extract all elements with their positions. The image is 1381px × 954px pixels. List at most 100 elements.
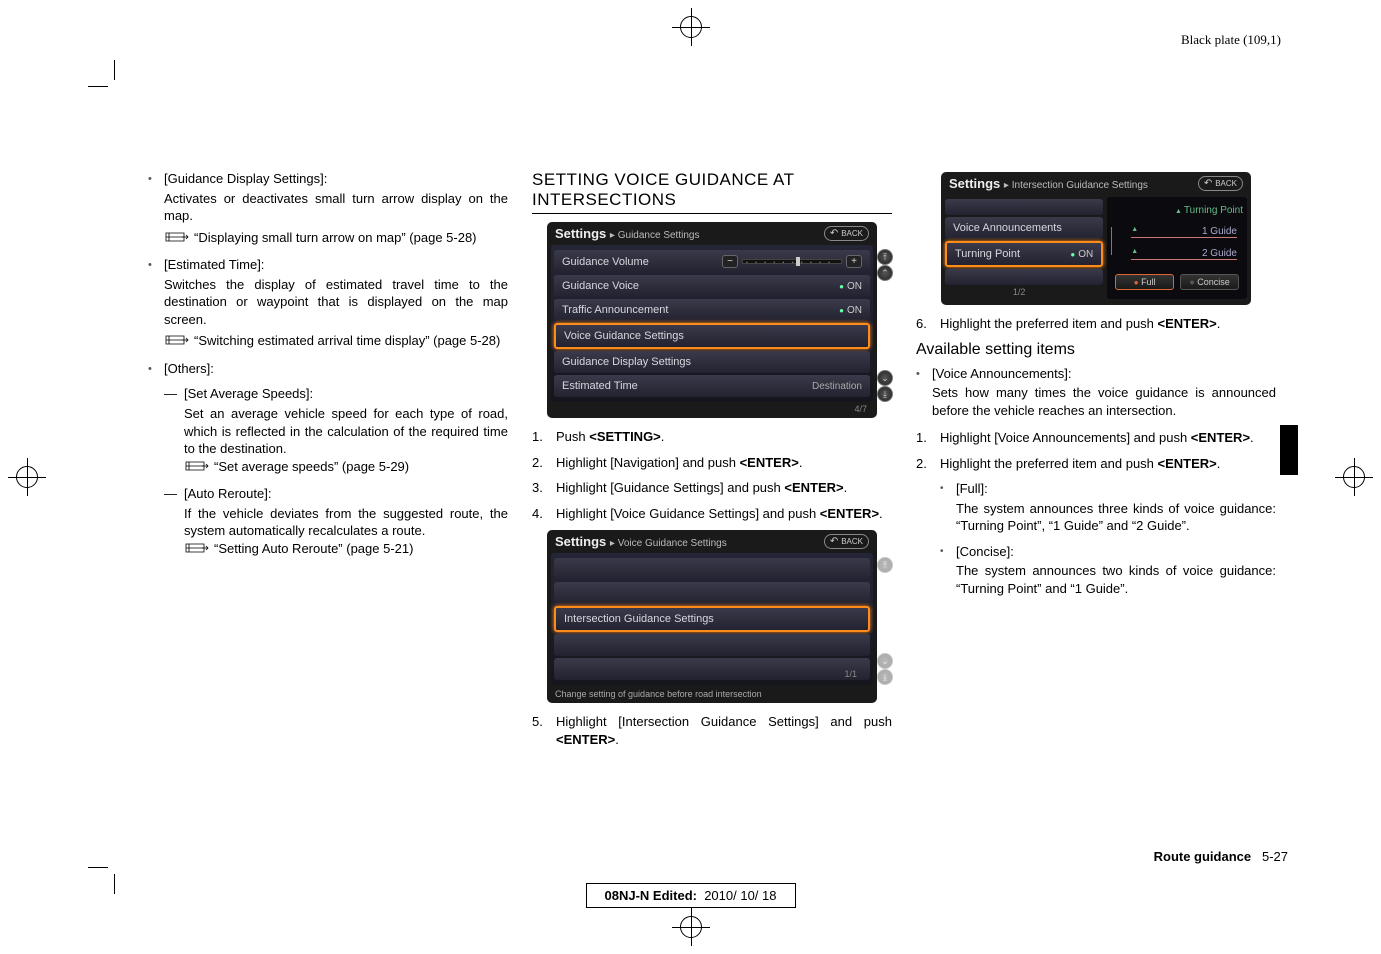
breadcrumb-leaf: Guidance Settings bbox=[618, 230, 700, 241]
nested-item: [Concise]: The system announces two kind… bbox=[940, 543, 1276, 598]
footer-title: Route guidance bbox=[1154, 849, 1252, 864]
preview-guide-2: 2 Guide bbox=[1131, 248, 1237, 260]
row-label: Turning Point bbox=[955, 248, 1020, 260]
page-count: 1/1 bbox=[844, 669, 867, 681]
item-body: Switches the display of estimated travel… bbox=[164, 276, 508, 329]
sublist-item: [Set Average Speeds]: Set an average veh… bbox=[164, 385, 508, 475]
back-button[interactable]: BACK bbox=[1198, 176, 1243, 191]
menu-row-empty bbox=[554, 582, 870, 604]
row-label: Guidance Voice bbox=[562, 280, 639, 292]
list-item: [Others]: [Set Average Speeds]: Set an a… bbox=[148, 360, 508, 557]
state-indicator: ON bbox=[839, 305, 862, 316]
registration-mark-left bbox=[8, 458, 46, 496]
row-label: Voice Guidance Settings bbox=[564, 330, 684, 342]
column-3: Settings ▸ Intersection Guidance Setting… bbox=[916, 170, 1276, 756]
item-title: [Guidance Display Settings]: bbox=[164, 170, 508, 188]
back-button[interactable]: BACK bbox=[824, 534, 869, 549]
step-item: Highlight the preferred item and push <E… bbox=[916, 455, 1276, 598]
item-title: [Others]: bbox=[164, 360, 508, 378]
row-label: Intersection Guidance Settings bbox=[564, 613, 714, 625]
scroll-top-icon[interactable]: ⤒ bbox=[877, 249, 893, 265]
nested-body: The system announces two kinds of voice … bbox=[956, 562, 1276, 597]
sub-heading: Available setting items bbox=[916, 341, 1276, 359]
preview-pane: Turning Point 1 Guide 2 Guide ● Full ● C… bbox=[1107, 197, 1247, 299]
thumb-tab bbox=[1280, 425, 1298, 475]
menu-row-voice-guidance-settings[interactable]: Voice Guidance Settings bbox=[554, 323, 870, 349]
item-title: [Estimated Time]: bbox=[164, 256, 508, 274]
edition-label: 08NJ-N Edited: bbox=[605, 888, 697, 903]
reference-icon bbox=[184, 460, 210, 472]
row-value: Destination bbox=[812, 381, 862, 392]
volume-slider[interactable]: − • • • • • • • • • • + bbox=[722, 255, 862, 268]
row-label: Estimated Time bbox=[562, 380, 638, 392]
sublist-item: [Auto Reroute]: If the vehicle deviates … bbox=[164, 485, 508, 557]
menu-row-guidance-display-settings[interactable]: Guidance Display Settings bbox=[554, 351, 870, 373]
panel-breadcrumb: Settings ▸ Voice Guidance Settings bbox=[555, 534, 727, 549]
subitem-title: [Auto Reroute]: bbox=[184, 486, 271, 501]
row-label: Traffic Announcement bbox=[562, 304, 668, 316]
step-item: Highlight [Voice Guidance Settings] and … bbox=[532, 505, 892, 523]
step-item: Highlight [Navigation] and push <ENTER>. bbox=[532, 454, 892, 472]
item-body: Sets how many times the voice guidance i… bbox=[932, 384, 1276, 419]
menu-row-voice-announcements[interactable]: Voice Announcements bbox=[945, 217, 1103, 239]
registration-mark-right bbox=[1335, 458, 1373, 496]
page-count: 1/2 bbox=[945, 287, 1103, 299]
menu-row-empty bbox=[554, 634, 870, 656]
registration-mark-top bbox=[672, 8, 710, 46]
panel-hint: Change setting of guidance before road i… bbox=[547, 687, 877, 701]
plus-button[interactable]: + bbox=[846, 255, 862, 268]
scroll-down-icon[interactable]: ⌄ bbox=[877, 370, 893, 386]
subitem-body: If the vehicle deviates from the suggest… bbox=[184, 505, 508, 540]
step-item: Push <SETTING>. bbox=[532, 428, 892, 446]
subitem-body: Set an average vehicle speed for each ty… bbox=[184, 405, 508, 458]
column-2: SETTING VOICE GUIDANCE AT INTERSECTIONS … bbox=[532, 170, 892, 756]
page-footer: Route guidance 5-27 bbox=[148, 849, 1288, 864]
item-title: [Voice Announcements]: bbox=[932, 365, 1276, 383]
plate-label: Black plate (109,1) bbox=[1181, 32, 1281, 48]
state-indicator: ON bbox=[839, 281, 862, 292]
reference-icon bbox=[184, 542, 210, 554]
screenshot-guidance-settings: Settings ▸ Guidance Settings BACK Guidan… bbox=[547, 222, 877, 418]
menu-row-turning-point[interactable]: Turning Point ON bbox=[945, 241, 1103, 267]
edition-date: 2010/ 10/ 18 bbox=[704, 888, 776, 903]
ref-text: “Switching estimated arrival time displa… bbox=[194, 333, 500, 348]
menu-row-estimated-time[interactable]: Estimated Time Destination bbox=[554, 375, 870, 397]
list-item: [Estimated Time]: Switches the display o… bbox=[148, 256, 508, 350]
menu-row-intersection-guidance[interactable]: Intersection Guidance Settings bbox=[554, 606, 870, 632]
cross-ref: “Switching estimated arrival time displa… bbox=[164, 332, 508, 350]
nested-title: [Full]: bbox=[956, 481, 988, 496]
back-button[interactable]: BACK bbox=[824, 226, 869, 241]
scroll-up-icon[interactable]: ⌃ bbox=[877, 265, 893, 281]
step-item: Highlight [Intersection Guidance Setting… bbox=[532, 713, 892, 748]
menu-row-guidance-voice[interactable]: Guidance Voice ON bbox=[554, 275, 870, 297]
option-concise[interactable]: ● Concise bbox=[1180, 274, 1239, 290]
scroll-top-icon: ⤒ bbox=[877, 557, 893, 573]
list-item: [Voice Announcements]: Sets how many tim… bbox=[916, 365, 1276, 420]
breadcrumb-root: Settings bbox=[555, 226, 606, 241]
nested-title: [Concise]: bbox=[956, 544, 1014, 559]
subitem-title: [Set Average Speeds]: bbox=[184, 386, 313, 401]
screenshot-intersection-guidance: Settings ▸ Intersection Guidance Setting… bbox=[941, 172, 1251, 305]
reference-icon bbox=[164, 231, 190, 243]
page-count: 4/7 bbox=[547, 404, 877, 416]
breadcrumb-leaf: Voice Guidance Settings bbox=[618, 538, 727, 549]
section-heading: SETTING VOICE GUIDANCE AT INTERSECTIONS bbox=[532, 170, 892, 214]
edition-box: 08NJ-N Edited: 2010/ 10/ 18 bbox=[586, 883, 796, 908]
running-footer: Route guidance 5-27 bbox=[1154, 849, 1288, 864]
menu-row-guidance-volume[interactable]: Guidance Volume − • • • • • • • • • • + bbox=[554, 250, 870, 273]
cross-ref: “Set average speeds” (page 5-29) bbox=[184, 458, 508, 476]
minus-button[interactable]: − bbox=[722, 255, 738, 268]
crop-mark bbox=[88, 60, 128, 100]
row-label: Voice Announcements bbox=[953, 222, 1062, 234]
state-indicator: ON bbox=[1070, 249, 1093, 260]
nested-body: The system announces three kinds of voic… bbox=[956, 500, 1276, 535]
page-body: [Guidance Display Settings]: Activates o… bbox=[148, 170, 1288, 756]
menu-row-empty bbox=[554, 558, 870, 580]
panel-breadcrumb: Settings ▸ Intersection Guidance Setting… bbox=[949, 176, 1148, 191]
nested-item: [Full]: The system announces three kinds… bbox=[940, 480, 1276, 535]
breadcrumb-leaf: Intersection Guidance Settings bbox=[1012, 180, 1148, 191]
menu-row-traffic-announcement[interactable]: Traffic Announcement ON bbox=[554, 299, 870, 321]
cross-ref: “Displaying small turn arrow on map” (pa… bbox=[164, 229, 508, 247]
option-full[interactable]: ● Full bbox=[1115, 274, 1174, 290]
scroll-bottom-icon[interactable]: ⤓ bbox=[877, 386, 893, 402]
